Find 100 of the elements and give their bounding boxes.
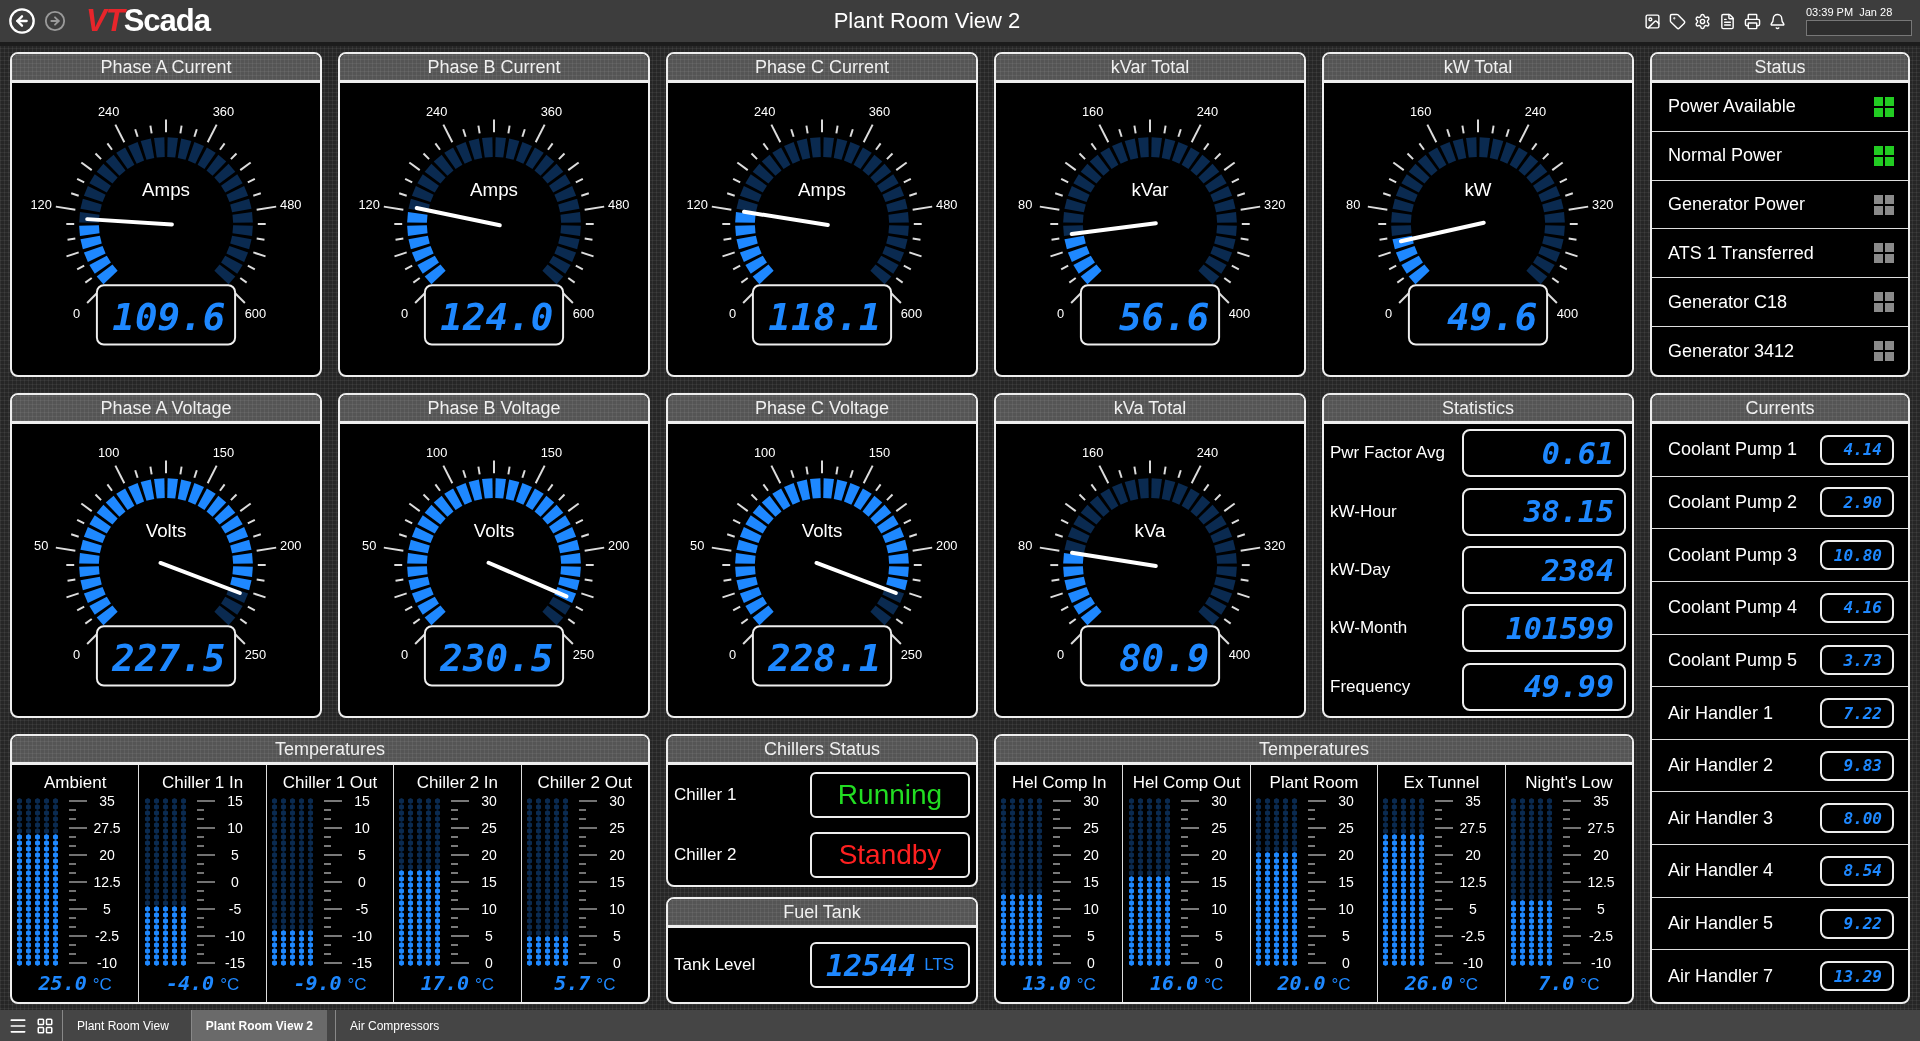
tick-label: 150 xyxy=(540,445,563,461)
tick-label: 12.5 xyxy=(93,874,121,890)
current-label: Air Handler 1 xyxy=(1668,702,1774,724)
statistic-label: Pwr Factor Avg xyxy=(1330,443,1445,464)
temperature-reading: 7.0 xyxy=(1538,971,1575,995)
tick-label: 200 xyxy=(936,538,958,554)
tick-label: 160 xyxy=(1081,445,1104,461)
tick-label: 0 xyxy=(729,306,737,322)
tick-label: 5 xyxy=(1596,901,1605,917)
tick-label: 240 xyxy=(1524,104,1547,120)
page-tab[interactable]: Plant Room View 2 xyxy=(190,1010,327,1041)
digital-display: 124.0 xyxy=(423,284,565,346)
tick-label: 360 xyxy=(868,104,891,120)
tick-label: -15 xyxy=(351,955,373,971)
tick-label: 5 xyxy=(1214,928,1223,944)
tick-label: 15 xyxy=(1083,874,1099,890)
tick-label: 250 xyxy=(900,647,923,663)
digital-display: 109.6 xyxy=(95,284,237,346)
panel-header: Chillers Status xyxy=(668,736,976,765)
status-label: Power Available xyxy=(1668,96,1796,118)
temperature-reading: 17.0 xyxy=(420,971,469,995)
tick-label: 400 xyxy=(1556,306,1579,322)
tick-label: 30 xyxy=(481,793,498,809)
gauge-unit: Amps xyxy=(798,179,846,201)
tick-label: 250 xyxy=(244,647,267,663)
tick-label: 27.5 xyxy=(1459,820,1488,836)
tick-label: -2.5 xyxy=(1588,928,1613,944)
current-label: Air Handler 7 xyxy=(1668,965,1774,987)
grid-icon[interactable] xyxy=(36,1016,54,1035)
window-title: Plant Room View 2 xyxy=(832,8,1022,34)
tick-label: 15 xyxy=(354,793,370,809)
tick-label: 0 xyxy=(1057,647,1065,663)
digital-display: 2.90 xyxy=(1820,487,1894,518)
back-button[interactable] xyxy=(8,7,36,35)
sensor-name: Chiller 2 Out xyxy=(537,773,633,793)
page-tab[interactable]: Plant Room View xyxy=(62,1010,183,1041)
sensor-name: Plant Room xyxy=(1269,773,1359,793)
panel-header: Statistics xyxy=(1324,395,1632,424)
tick-label: 10 xyxy=(1338,901,1354,917)
panel-header: kVar Total xyxy=(996,54,1304,83)
tick-label: 35 xyxy=(1593,793,1609,809)
tick-label: 80 xyxy=(1018,538,1033,554)
panel-header: Temperatures xyxy=(996,736,1632,765)
sensor-name: Hel Comp Out xyxy=(1132,773,1241,793)
digital-display: 2384 xyxy=(1462,546,1626,594)
tick-label: 240 xyxy=(1196,445,1219,461)
input-field[interactable] xyxy=(1806,20,1912,36)
tick-label: -2.5 xyxy=(95,928,120,944)
tick-label: 10 xyxy=(1083,901,1099,917)
panel-header: Phase B Current xyxy=(340,54,648,83)
tick-label: 0 xyxy=(73,306,81,322)
panel-header: Phase B Voltage xyxy=(340,395,648,424)
gauge-unit: Volts xyxy=(801,520,843,542)
current-label: Coolant Pump 1 xyxy=(1668,439,1798,461)
tick-label: 30 xyxy=(1210,793,1227,809)
unit-label: °C xyxy=(220,975,240,995)
current-label: Air Handler 4 xyxy=(1668,860,1774,882)
chiller-state: Standby xyxy=(838,839,942,872)
statistic-label: kW-Day xyxy=(1330,560,1391,580)
tick-label: 20 xyxy=(1210,847,1227,863)
tick-label: 5 xyxy=(1087,928,1096,944)
tick-label: 10 xyxy=(1210,901,1227,917)
unit-label: °C xyxy=(1580,975,1600,995)
printer-icon[interactable] xyxy=(1744,12,1761,30)
tag-icon[interactable] xyxy=(1669,12,1686,30)
gauge-unit: Volts xyxy=(145,520,187,542)
digital-display: 8.00 xyxy=(1820,803,1894,834)
unit-label: °C xyxy=(347,975,367,995)
current-label: Coolant Pump 4 xyxy=(1668,597,1798,619)
unit-label: °C xyxy=(92,975,112,995)
forward-button[interactable] xyxy=(44,10,66,32)
tick-label: 50 xyxy=(34,538,49,554)
tick-label: 20 xyxy=(99,847,115,863)
tick-label: 0 xyxy=(1087,955,1096,971)
tick-label: 160 xyxy=(1081,104,1104,120)
panel-header: Temperatures xyxy=(12,736,648,765)
tick-label: 80 xyxy=(1018,197,1033,213)
tick-label: 15 xyxy=(609,874,625,890)
tick-label: 0 xyxy=(729,647,737,663)
tick-label: -10 xyxy=(1590,955,1611,971)
tick-label: -5 xyxy=(228,901,241,917)
panel-header: Phase A Current xyxy=(12,54,320,83)
tick-label: -10 xyxy=(97,955,118,971)
tick-label: 200 xyxy=(608,538,630,554)
tick-label: 5 xyxy=(103,901,112,917)
tick-label: 0 xyxy=(1342,955,1350,971)
settings-icon[interactable] xyxy=(1694,12,1711,30)
tick-label: 15 xyxy=(1210,874,1227,890)
panel-header: kVa Total xyxy=(996,395,1304,424)
panel-header: Phase C Voltage xyxy=(668,395,976,424)
tick-label: 5 xyxy=(1342,928,1350,944)
unit-label: °C xyxy=(474,975,495,995)
tick-label: 240 xyxy=(97,104,120,120)
bell-icon[interactable] xyxy=(1769,12,1786,30)
tick-label: 20 xyxy=(481,847,498,863)
page-tab[interactable]: Air Compressors xyxy=(334,1010,454,1041)
tick-label: 5 xyxy=(358,847,366,863)
document-icon[interactable] xyxy=(1719,12,1736,30)
tick-label: 10 xyxy=(609,901,625,917)
image-icon[interactable] xyxy=(1644,12,1661,30)
